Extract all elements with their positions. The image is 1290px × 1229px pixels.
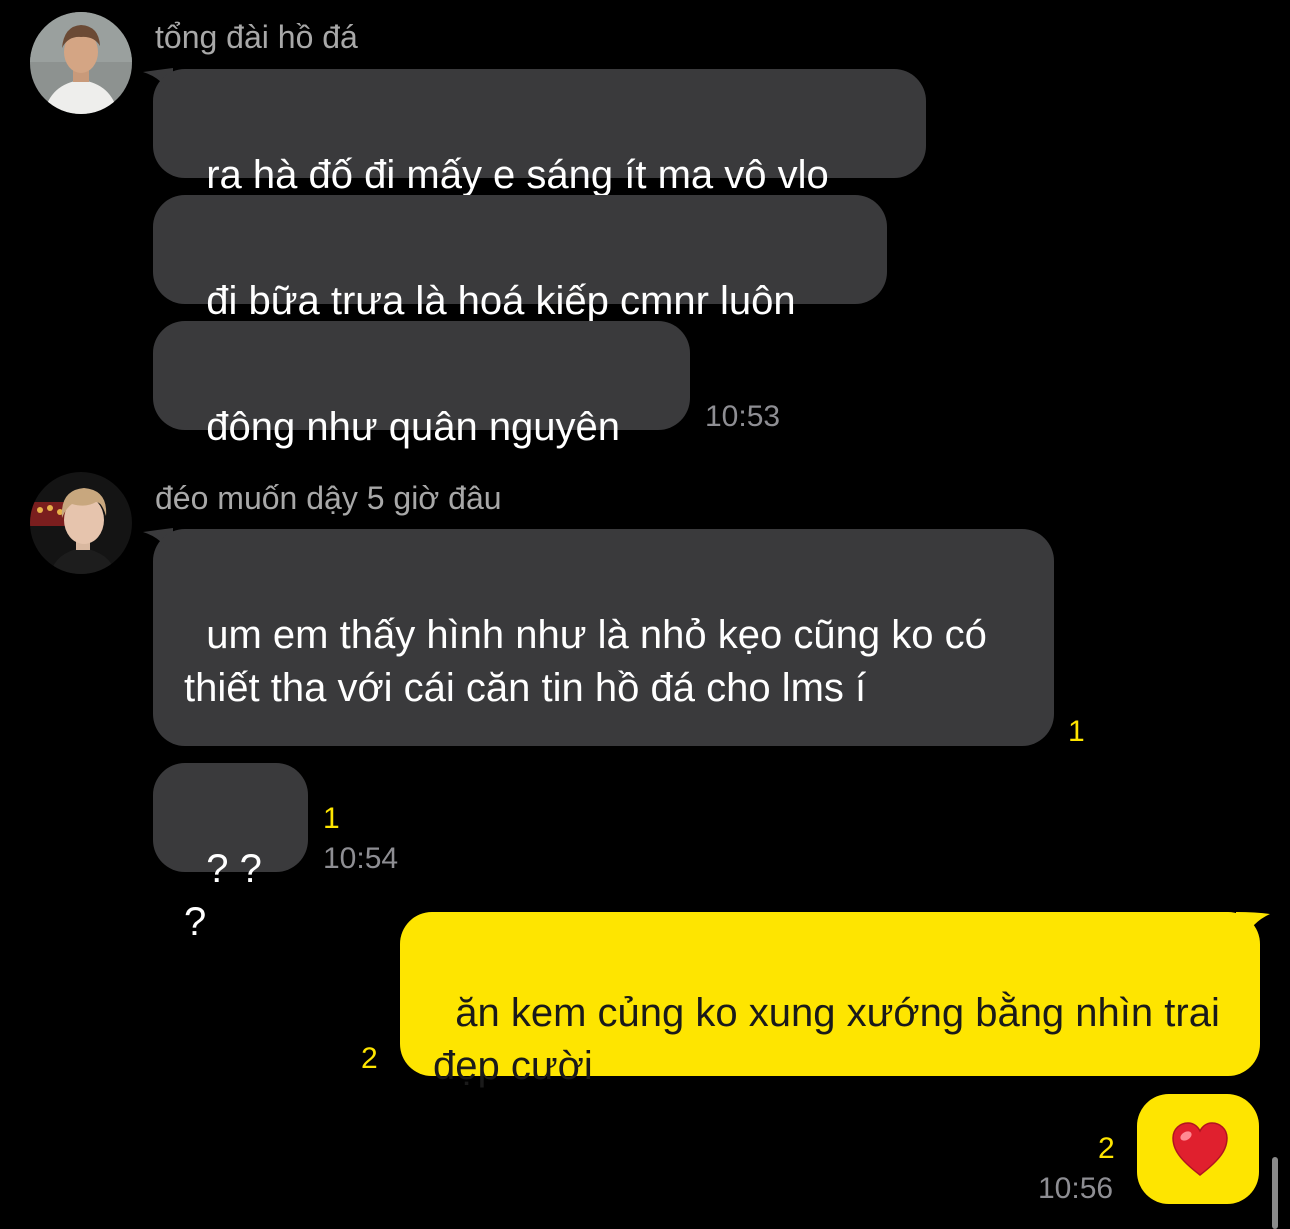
message-timestamp: 10:54 (323, 842, 399, 875)
message-text: ăn kem củng ko xung xướng bằng nhìn trai… (433, 991, 1231, 1088)
message-bubble[interactable]: đi bữa trưa là hoá kiếp cmnr luôn (153, 195, 887, 323)
message-text: ? ? ? (184, 847, 273, 944)
message-bubble[interactable]: ra hà đố đi mấy e sáng ít ma vô vlo (153, 69, 926, 197)
avatar[interactable] (30, 12, 132, 114)
message-bubble[interactable]: ? ? ? (153, 763, 308, 944)
sender-name: tổng đài hồ đá (155, 19, 358, 55)
avatar[interactable] (30, 472, 132, 574)
message-text: đi bữa trưa là hoá kiếp cmnr luôn (206, 279, 796, 323)
unread-count: 2 (361, 1042, 378, 1075)
message-text: um em thấy hình như là nhỏ kẹo cũng ko c… (184, 613, 998, 710)
message-text: ra hà đố đi mấy e sáng ít ma vô vlo (206, 153, 829, 197)
message-bubble[interactable]: um em thấy hình như là nhỏ kẹo cũng ko c… (153, 529, 1054, 746)
unread-count: 2 (1098, 1132, 1115, 1165)
message-bubble[interactable]: đông như quân nguyên (153, 321, 690, 449)
message-timestamp: 10:56 (1038, 1172, 1114, 1205)
message-timestamp: 10:53 (705, 400, 781, 433)
message-bubble[interactable]: ăn kem củng ko xung xướng bằng nhìn trai… (400, 912, 1260, 1088)
unread-count: 1 (1068, 715, 1085, 748)
scrollbar[interactable] (1272, 1157, 1278, 1229)
message-bubble[interactable] (1137, 1094, 1259, 1204)
message-text: đông như quân nguyên (206, 405, 621, 449)
unread-count: 1 (323, 802, 340, 835)
heart-emoji (1172, 1122, 1228, 1176)
sender-name: đéo muốn dậy 5 giờ đâu (155, 480, 502, 516)
